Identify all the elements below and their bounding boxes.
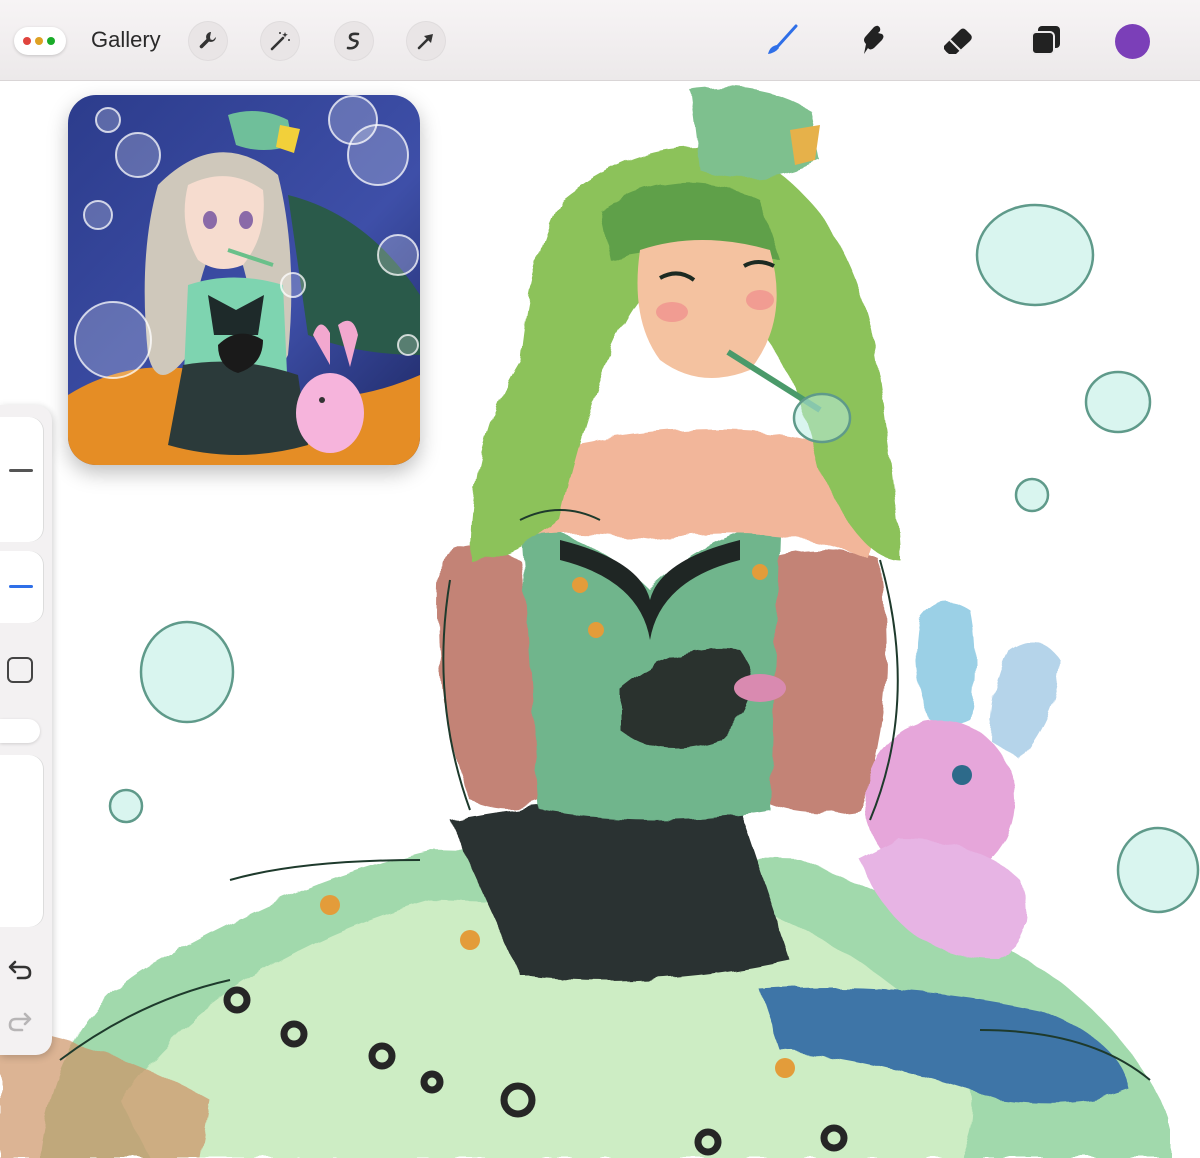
selection-s-icon [346, 32, 360, 50]
window-controls[interactable] [14, 27, 66, 55]
zoom-dot-icon[interactable] [47, 37, 55, 45]
gallery-button[interactable]: Gallery [91, 27, 161, 53]
layers-icon [1031, 26, 1060, 55]
brush-size-thumb[interactable] [9, 469, 33, 472]
brush-tool[interactable] [764, 22, 800, 58]
color-picker-button[interactable] [1115, 24, 1150, 59]
brush-sidebar [0, 405, 52, 1055]
adjustments-button[interactable] [260, 21, 300, 61]
magic-wand-icon [270, 32, 290, 51]
reference-image-panel[interactable] [68, 95, 420, 465]
undo-icon[interactable] [6, 955, 34, 983]
wrench-icon [199, 32, 216, 49]
transform-button[interactable] [406, 21, 446, 61]
eyedropper-button[interactable] [0, 719, 40, 743]
brush-opacity-thumb[interactable] [9, 585, 33, 588]
smudge-tool[interactable] [852, 22, 888, 58]
brush-opacity-slider[interactable] [0, 551, 44, 623]
eraser-icon [944, 28, 972, 54]
redo-icon[interactable] [6, 1007, 34, 1035]
modify-square-icon[interactable] [7, 657, 33, 683]
layers-tool[interactable] [1028, 22, 1064, 58]
smudge-icon [864, 25, 884, 54]
arrow-cursor-icon [417, 34, 433, 50]
actions-button[interactable] [188, 21, 228, 61]
minimize-dot-icon[interactable] [35, 37, 43, 45]
reference-image [68, 95, 420, 465]
brush-size-slider[interactable] [0, 417, 44, 542]
top-toolbar: Gallery [0, 0, 1200, 81]
brush-icon [768, 24, 798, 54]
eraser-tool[interactable] [940, 22, 976, 58]
close-dot-icon[interactable] [23, 37, 31, 45]
sidebar-spacer [0, 755, 44, 927]
selection-button[interactable] [334, 21, 374, 61]
